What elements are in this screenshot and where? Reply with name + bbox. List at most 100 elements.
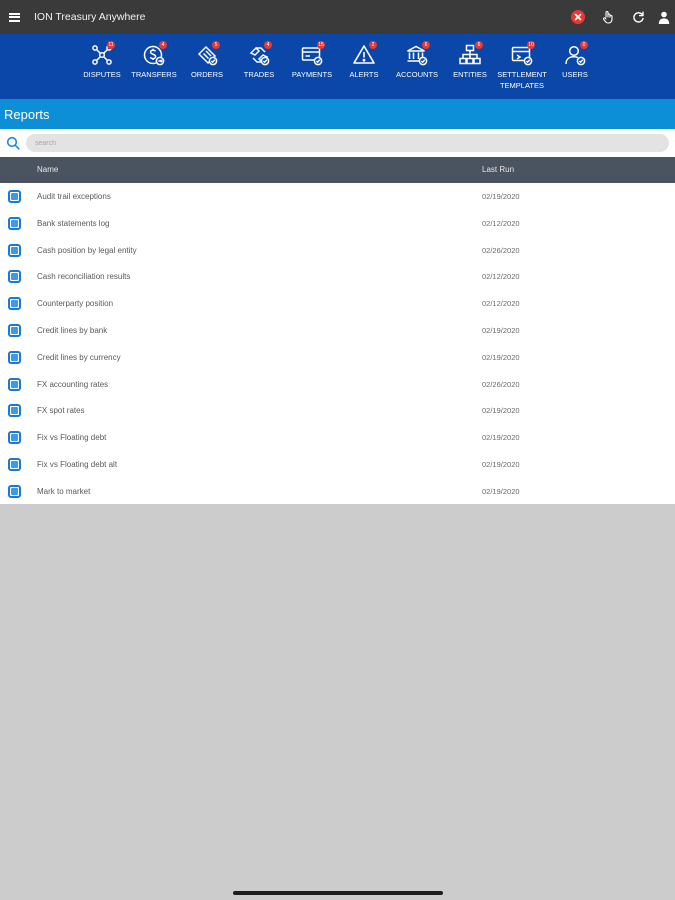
table-row[interactable]: Mark to market 02/19/2020 <box>0 478 675 505</box>
report-last-run: 02/19/2020 <box>482 192 520 201</box>
table-row[interactable]: Cash position by legal entity 02/26/2020 <box>0 237 675 264</box>
table-row[interactable]: FX accounting rates 02/26/2020 <box>0 371 675 398</box>
notification-badge: 4 <box>264 41 272 49</box>
report-last-run: 02/19/2020 <box>482 460 520 469</box>
hamburger-menu-icon[interactable] <box>1 0 27 34</box>
payments-icon: 15 <box>298 41 326 68</box>
nav-item-transfers[interactable]: 4 TRANSFERS <box>124 41 184 80</box>
row-checkbox[interactable] <box>8 324 21 337</box>
report-last-run: 02/19/2020 <box>482 352 520 362</box>
row-checkbox[interactable] <box>8 190 21 203</box>
row-checkbox[interactable] <box>8 350 21 364</box>
nav-item-accounts[interactable]: 6 ACCOUNTS <box>387 41 447 80</box>
notification-badge: 10 <box>527 41 535 49</box>
accounts-icon: 6 <box>403 41 431 68</box>
column-header-name[interactable]: Name <box>37 165 58 174</box>
row-checkbox[interactable] <box>8 297 21 311</box>
notification-badge: 4 <box>159 41 167 49</box>
nav-label: DISPUTES <box>83 70 121 79</box>
report-name: Counterparty position <box>37 299 114 309</box>
notification-badge: 6 <box>422 41 430 49</box>
report-name: Cash position by legal entity <box>37 245 137 255</box>
search-row <box>0 129 675 157</box>
table-row[interactable]: Credit lines by currency 02/19/2020 <box>0 344 675 371</box>
home-indicator[interactable] <box>233 891 443 895</box>
column-header-last-run[interactable]: Last Run <box>482 165 514 174</box>
report-last-run: 02/19/2020 <box>482 433 520 443</box>
title-actions <box>563 0 675 34</box>
notification-badge: 6 <box>475 41 483 49</box>
table-row[interactable]: Bank statements log 02/12/2020 <box>0 210 675 237</box>
report-name: FX spot rates <box>37 406 85 416</box>
row-checkbox[interactable] <box>8 458 21 471</box>
report-name: Cash reconciliation results <box>37 272 131 282</box>
report-last-run: 02/26/2020 <box>482 245 520 255</box>
orders-icon: 5 <box>193 41 221 68</box>
nav-item-users[interactable]: 0 USERS <box>545 41 605 80</box>
reports-heading: Reports <box>0 99 675 129</box>
settlement-templates-icon: 10 <box>508 41 536 68</box>
report-last-run: 02/12/2020 <box>482 299 520 309</box>
refresh-button[interactable] <box>623 0 653 34</box>
report-last-run: 02/12/2020 <box>482 218 520 228</box>
app-title: ION Treasury Anywhere <box>34 11 146 23</box>
touch-button[interactable] <box>593 0 623 34</box>
nav-label-line2: TEMPLATES <box>499 81 545 90</box>
nav-item-trades[interactable]: 4 TRADES <box>229 41 289 80</box>
table-row[interactable]: Fix vs Floating debt alt 02/19/2020 <box>0 451 675 478</box>
disputes-icon: 11 <box>88 41 116 68</box>
row-checkbox[interactable] <box>8 243 21 257</box>
nav-label: ALERTS <box>349 70 379 79</box>
notification-badge: 11 <box>107 41 115 49</box>
nav-label: ORDERS <box>190 70 224 79</box>
title-bar: ION Treasury Anywhere <box>0 0 675 34</box>
report-name: Fix vs Floating debt <box>37 433 107 443</box>
nav-item-settlement-templates[interactable]: 10 SETTLEMENT TEMPLATES <box>492 41 552 91</box>
row-checkbox[interactable] <box>8 216 21 230</box>
report-last-run: 02/19/2020 <box>482 486 520 496</box>
search-icon[interactable] <box>2 129 24 157</box>
nav-item-payments[interactable]: 15 PAYMENTS <box>282 41 342 80</box>
module-nav-bar: 11 DISPUTES 4 TRANSFERS 5 ORDERS 4 TRADE… <box>0 34 675 99</box>
user-button[interactable] <box>653 0 675 34</box>
nav-label: TRANSFERS <box>131 70 177 79</box>
table-row[interactable]: FX spot rates 02/19/2020 <box>0 397 675 424</box>
transfers-icon: 4 <box>140 41 168 68</box>
table-row[interactable]: Audit trail exceptions 02/19/2020 <box>0 183 675 210</box>
report-name: Fix vs Floating debt alt <box>37 460 118 469</box>
row-checkbox[interactable] <box>8 270 21 284</box>
row-checkbox[interactable] <box>8 431 21 445</box>
nav-label: TRADES <box>243 70 275 79</box>
search-input[interactable] <box>26 134 669 152</box>
report-name: Credit lines by currency <box>37 352 121 362</box>
table-row[interactable]: Cash reconciliation results 02/12/2020 <box>0 263 675 290</box>
table-row[interactable]: Credit lines by bank 02/19/2020 <box>0 317 675 344</box>
table-header: Name Last Run <box>0 157 675 183</box>
entities-icon: 6 <box>456 41 484 68</box>
nav-label: PAYMENTS <box>291 70 333 79</box>
report-last-run: 02/12/2020 <box>482 272 520 282</box>
row-checkbox[interactable] <box>8 377 21 391</box>
nav-item-disputes[interactable]: 11 DISPUTES <box>72 41 132 80</box>
close-button[interactable] <box>563 0 593 34</box>
refresh-icon <box>632 11 644 23</box>
nav-label: USERS <box>562 70 588 79</box>
close-icon <box>571 10 585 24</box>
alerts-icon: 2 <box>350 41 378 68</box>
report-name: Audit trail exceptions <box>37 192 111 201</box>
report-last-run: 02/19/2020 <box>482 326 520 335</box>
row-checkbox[interactable] <box>8 484 21 498</box>
nav-item-entities[interactable]: 6 ENTITIES <box>440 41 500 80</box>
nav-item-orders[interactable]: 5 ORDERS <box>177 41 237 80</box>
nav-item-alerts[interactable]: 2 ALERTS <box>334 41 394 80</box>
row-checkbox[interactable] <box>8 404 21 418</box>
report-name: Mark to market <box>37 486 91 496</box>
notification-badge: 15 <box>317 41 325 49</box>
report-name: Bank statements log <box>37 218 110 228</box>
trades-icon: 4 <box>245 41 273 68</box>
table-row[interactable]: Fix vs Floating debt 02/19/2020 <box>0 424 675 451</box>
notification-badge: 5 <box>212 41 220 49</box>
table-row[interactable]: Counterparty position 02/12/2020 <box>0 290 675 317</box>
report-last-run: 02/26/2020 <box>482 379 520 389</box>
report-name: FX accounting rates <box>37 379 109 389</box>
